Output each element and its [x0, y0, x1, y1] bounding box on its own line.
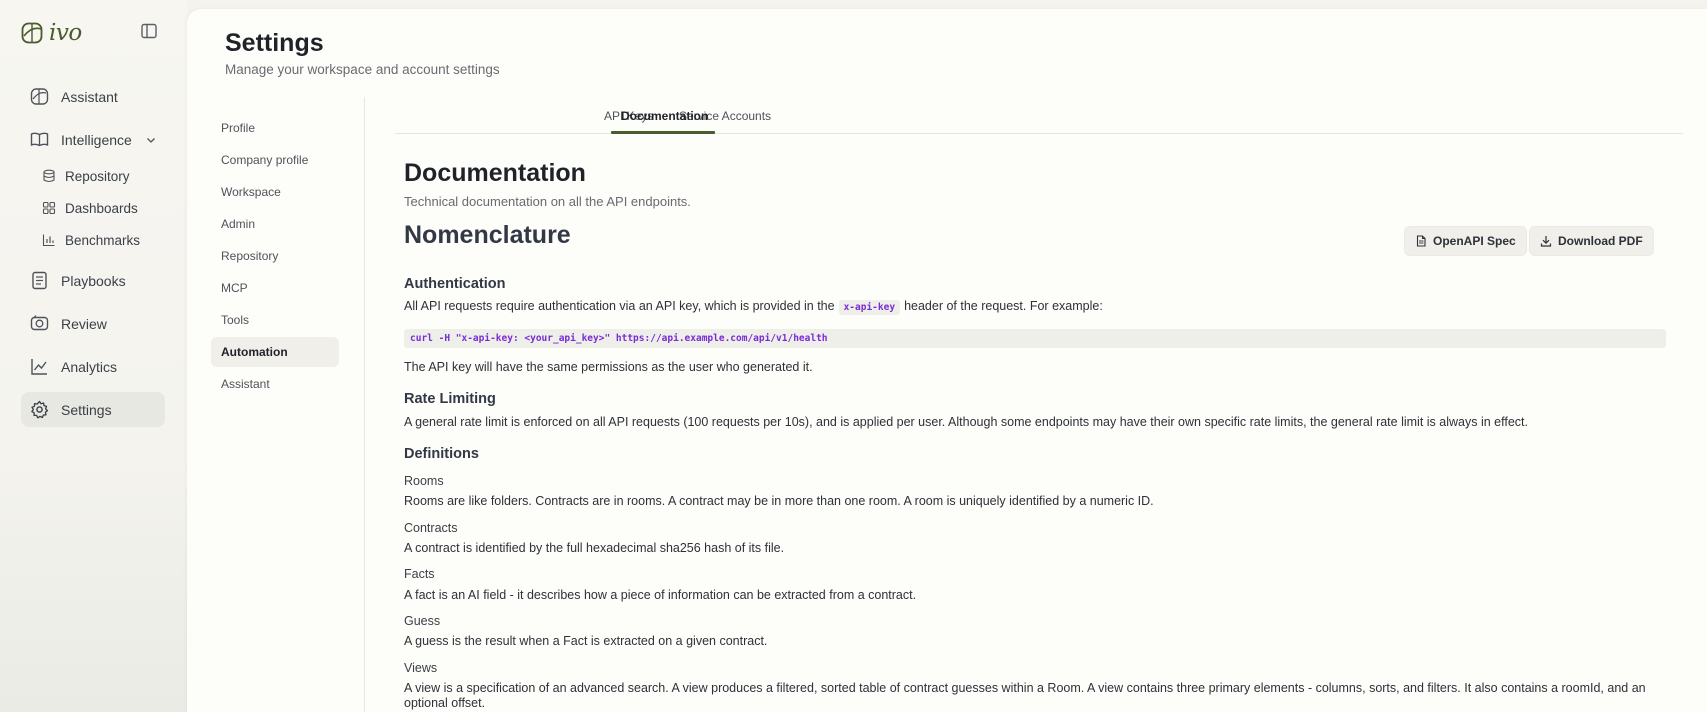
nav-label: Benchmarks [65, 232, 141, 248]
app-sidebar: ivo Assistant Intelligence Repository Da… [0, 0, 187, 712]
settings-nav-admin[interactable]: Admin [211, 209, 339, 239]
nav-item-review[interactable]: Review [21, 306, 165, 341]
nav-item-analytics[interactable]: Analytics [21, 349, 165, 384]
tab-bar: API Keys Service Accounts Documentation [395, 97, 1683, 134]
definition-term-contracts: Contracts [404, 521, 458, 535]
nav-label: Dashboards [65, 200, 138, 216]
definition-text-rooms: Rooms are like folders. Contracts are in… [404, 494, 1154, 508]
nav-label: Intelligence [61, 131, 132, 148]
book-icon [30, 130, 49, 149]
definition-text-facts: A fact is an AI field - it describes how… [404, 588, 917, 602]
line-chart-icon [30, 357, 49, 376]
page-title: Settings [225, 29, 324, 57]
grid-icon [42, 201, 56, 215]
openapi-spec-label: OpenAPI Spec [1433, 234, 1516, 248]
review-icon [30, 314, 49, 333]
openapi-spec-button[interactable]: OpenAPI Spec [1404, 226, 1527, 256]
nav-label: Review [61, 315, 107, 332]
doc-subtitle: Technical documentation on all the API e… [404, 194, 691, 209]
download-pdf-button[interactable]: Download PDF [1529, 226, 1654, 256]
settings-nav-repository[interactable]: Repository [211, 241, 339, 271]
settings-nav-tools[interactable]: Tools [211, 305, 339, 335]
logo[interactable]: ivo [21, 20, 82, 46]
settings-divider [364, 97, 365, 712]
nav-item-settings[interactable]: Settings [21, 392, 165, 427]
settings-nav-assistant[interactable]: Assistant [211, 369, 339, 399]
definition-term-guess: Guess [404, 614, 441, 628]
nav-item-repository[interactable]: Repository [21, 161, 165, 191]
logo-mark-icon [21, 22, 45, 44]
api-key-header-code: x-api-key [838, 300, 901, 315]
sidebar-toggle-icon[interactable] [140, 22, 158, 40]
settings-nav-profile[interactable]: Profile [211, 113, 339, 143]
definition-term-facts: Facts [404, 567, 435, 581]
definition-term-views: Views [404, 661, 438, 675]
main-nav: Assistant Intelligence Repository Dashbo… [21, 79, 165, 435]
definition-term-rooms: Rooms [404, 474, 444, 488]
active-tab-indicator [611, 131, 715, 134]
database-icon [42, 169, 56, 183]
nav-item-dashboards[interactable]: Dashboards [21, 193, 165, 223]
file-icon [1415, 235, 1427, 247]
intelligence-subnav: Repository Dashboards Benchmarks [21, 161, 165, 255]
assistant-icon [30, 87, 49, 106]
definition-text-guess: A guess is the result when a Fact is ext… [404, 634, 768, 648]
playbook-icon [30, 271, 49, 290]
auth-text-after: header of the request. For example: [904, 299, 1103, 313]
nav-label: Assistant [61, 88, 118, 105]
nav-label: Settings [61, 401, 112, 418]
doc-title: Documentation [404, 159, 586, 187]
rate-limiting-heading: Rate Limiting [404, 391, 496, 407]
nav-item-intelligence[interactable]: Intelligence [21, 122, 165, 157]
download-pdf-label: Download PDF [1558, 234, 1643, 248]
definition-text-views: A view is a specification of an advanced… [404, 681, 1646, 710]
auth-text-before: All API requests require authentication … [404, 299, 835, 313]
definition-text-contracts: A contract is identified by the full hex… [404, 541, 785, 555]
logo-text: ivo [49, 20, 82, 46]
rate-limiting-text: A general rate limit is enforced on all … [404, 415, 1528, 429]
settings-nav-mcp[interactable]: MCP [211, 273, 339, 303]
curl-example-code: curl -H "x-api-key: <your_api_key>" http… [404, 329, 1666, 348]
main-panel: Settings Manage your workspace and accou… [187, 9, 1707, 712]
authentication-text: All API requests require authentication … [404, 299, 1103, 315]
definitions-heading: Definitions [404, 446, 479, 462]
nav-label: Analytics [61, 358, 118, 375]
nav-item-playbooks[interactable]: Playbooks [21, 263, 165, 298]
bar-chart-icon [42, 233, 56, 247]
settings-nav: Profile Company profile Workspace Admin … [211, 113, 339, 401]
nav-item-benchmarks[interactable]: Benchmarks [21, 225, 165, 255]
nav-label: Repository [65, 168, 130, 184]
gear-icon [30, 400, 49, 419]
settings-nav-company-profile[interactable]: Company profile [211, 145, 339, 175]
authentication-heading: Authentication [404, 276, 506, 292]
settings-nav-workspace[interactable]: Workspace [211, 177, 339, 207]
download-icon [1540, 235, 1552, 247]
page-subtitle: Manage your workspace and account settin… [225, 62, 500, 77]
chevron-down-icon[interactable] [145, 133, 157, 145]
nomenclature-heading: Nomenclature [404, 221, 571, 249]
nav-item-assistant[interactable]: Assistant [21, 79, 165, 114]
auth-note: The API key will have the same permissio… [404, 360, 813, 374]
nav-label: Playbooks [61, 272, 126, 289]
settings-nav-automation[interactable]: Automation [211, 337, 339, 367]
